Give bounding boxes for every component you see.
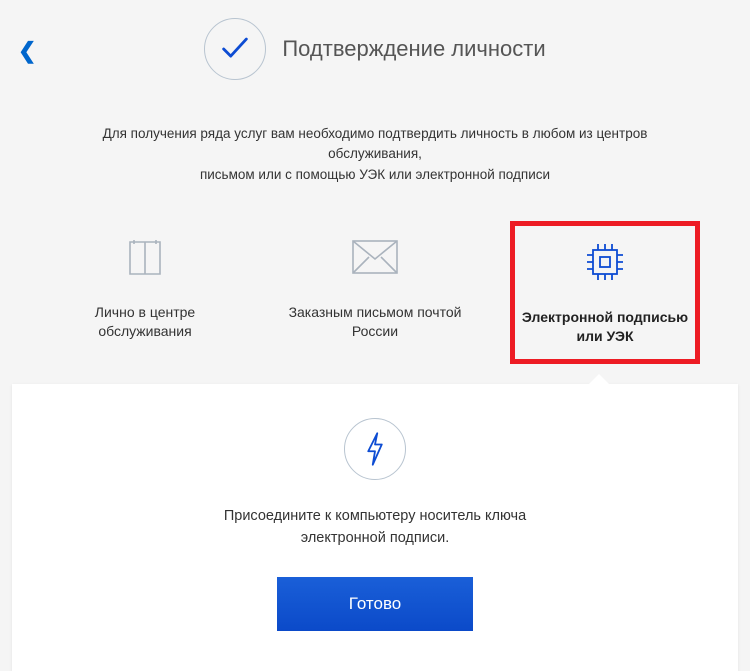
subtitle-line-1: Для получения ряда услуг вам необходимо …: [103, 126, 648, 161]
book-icon: [56, 231, 234, 283]
page-subtitle: Для получения ряда услуг вам необходимо …: [55, 124, 695, 185]
option-service-center[interactable]: Лично в центре обслуживания: [50, 221, 240, 364]
option-label: Электронной подписью или УЭК: [521, 308, 689, 347]
action-panel: Присоедините к компьютеру носитель ключа…: [12, 384, 738, 671]
page-title: Подтверждение личности: [282, 36, 545, 62]
chip-icon: [521, 236, 689, 288]
ready-button[interactable]: Готово: [277, 577, 474, 631]
subtitle-line-2: письмом или с помощью УЭК или электронно…: [200, 167, 550, 182]
panel-instruction: Присоедините к компьютеру носитель ключа…: [32, 506, 718, 550]
check-icon: [204, 18, 266, 80]
page-header: Подтверждение личности: [0, 0, 750, 94]
option-electronic-signature[interactable]: Электронной подписью или УЭК: [510, 221, 700, 364]
instruction-line-1: Присоедините к компьютеру носитель ключа: [224, 508, 526, 524]
verification-options: Лично в центре обслуживания Заказным пис…: [0, 221, 750, 364]
instruction-line-2: электронной подписи.: [301, 530, 449, 546]
envelope-icon: [286, 231, 464, 283]
back-button[interactable]: ❮: [18, 38, 36, 64]
lightning-icon: [344, 418, 406, 480]
option-label: Лично в центре обслуживания: [56, 303, 234, 342]
option-label: Заказным письмом почтой России: [286, 303, 464, 342]
option-registered-mail[interactable]: Заказным письмом почтой России: [280, 221, 470, 364]
